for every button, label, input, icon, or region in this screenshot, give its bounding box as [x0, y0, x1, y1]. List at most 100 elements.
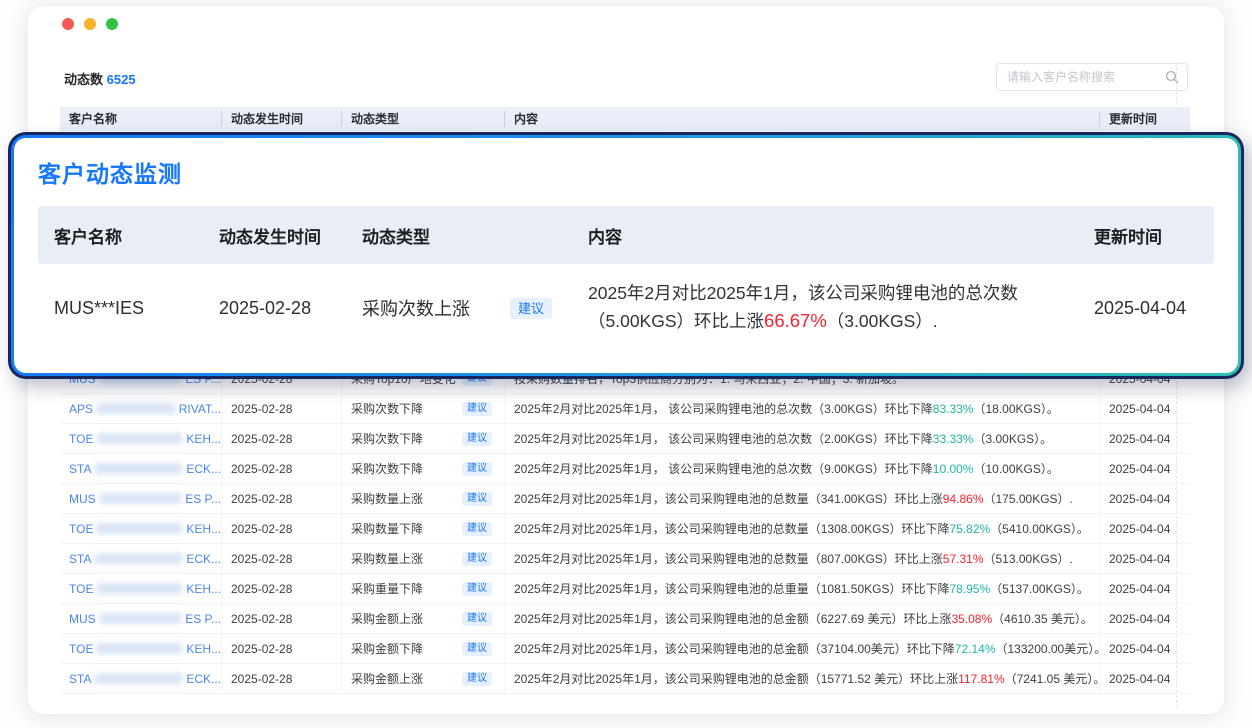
table-row[interactable]: STAECK...2025-02-28采购数量上涨建议2025年2月对比2025…: [60, 544, 1190, 574]
customer-name-cell[interactable]: STAECK...: [60, 664, 222, 693]
dynamic-type-cell: 采购金额下降 建议: [342, 634, 505, 663]
occur-time-cell: 2025-02-28: [222, 544, 342, 573]
spotlight-header-occur-time: 动态发生时间: [219, 223, 362, 248]
dynamic-type-cell: 采购数量下降 建议: [342, 514, 505, 543]
window-controls: [62, 18, 118, 30]
spotlight-title: 客户动态监测: [38, 155, 1214, 189]
table-row[interactable]: STAECK...2025-02-28采购次数下降建议2025年2月对比2025…: [60, 454, 1190, 484]
customer-name-cell[interactable]: STAECK...: [60, 454, 222, 483]
spotlight-header-row: 客户名称 动态发生时间 动态类型 内容 更新时间: [38, 206, 1214, 264]
content-cell: 2025年2月对比2025年1月，该公司采购锂电池的总金额（6227.69 美元…: [505, 604, 1100, 633]
content-text: （5137.00KGS）。: [990, 580, 1089, 597]
table-row[interactable]: TOEKEH...2025-02-28 采购金额下降 建议 2025年2月对比2025…: [60, 634, 1190, 664]
table-row[interactable]: TOEKEH...2025-02-28采购数量下降建议2025年2月对比2025…: [60, 514, 1190, 544]
occur-time-cell: 2025-02-28: [222, 574, 342, 603]
spotlight-update-time: 2025-04-04: [1094, 298, 1214, 319]
content-text: （4610.35 美元）。: [992, 610, 1093, 627]
suggestion-badge: 建议: [462, 522, 492, 536]
privacy-blur: [100, 613, 182, 624]
spotlight-occur-time: 2025-02-28: [219, 298, 362, 319]
table-row[interactable]: MUSES P...2025-02-28采购金额上涨建议2025年2月对比202…: [60, 604, 1190, 634]
content-text: 2025年2月对比2025年1月，该公司采购锂电池的总金额（6227.69 美元…: [514, 610, 951, 627]
privacy-blur: [95, 463, 182, 474]
occur-time-cell: 2025-02-28: [222, 634, 342, 663]
customer-name-cell[interactable]: MUSES P...: [60, 604, 222, 633]
table-row[interactable]: TOEKEH...2025-02-28采购重量下降建议2025年2月对比2025…: [60, 574, 1190, 604]
spotlight-header-dynamic-type: 动态类型: [362, 223, 588, 248]
content-cell: 2025年2月对比2025年1月， 该公司采购锂电池的总次数（3.00KGS）环…: [505, 394, 1100, 423]
content-cell: 2025年2月对比2025年1月，该公司采购锂电池的总金额（37104.00美元…: [505, 634, 1100, 663]
table-row[interactable]: STAECK...2025-02-28采购金额上涨建议2025年2月对比2025…: [60, 664, 1190, 694]
header-occur-time: 动态发生时间: [222, 111, 342, 127]
spotlight-content: 2025年2月对比2025年1月，该公司采购锂电池的总次数（5.00KGS）环比…: [588, 280, 1020, 336]
maximize-window-icon[interactable]: [106, 18, 118, 30]
dynamic-type-label: 采购数量下降: [351, 520, 423, 537]
suggestion-badge: 建议: [462, 642, 492, 656]
update-time-cell: 2025-04-04: [1100, 574, 1190, 603]
customer-name-cell[interactable]: TOEKEH...: [60, 634, 222, 663]
suggestion-badge: 建议: [462, 552, 492, 566]
table-row[interactable]: TOEKEH...2025-02-28采购次数下降建议2025年2月对比2025…: [60, 424, 1190, 454]
search-input[interactable]: [1007, 70, 1165, 84]
customer-name-tail: KEH...: [186, 642, 221, 656]
customer-name-cell[interactable]: TOEKEH...: [60, 514, 222, 543]
percent-highlight: 94.86%: [943, 492, 984, 506]
percent-highlight: 75.82%: [949, 522, 990, 536]
table-row[interactable]: APSRIVAT...2025-02-28采购次数下降建议2025年2月对比20…: [60, 394, 1190, 424]
dynamic-type-label: 采购数量上涨: [351, 490, 423, 507]
customer-name-tail: ECK...: [186, 552, 221, 566]
spotlight-header-customer-name: 客户名称: [54, 223, 219, 248]
suggestion-badge: 建议: [462, 612, 492, 626]
content-text: （3.00KGS）。: [973, 430, 1052, 447]
table-row[interactable]: MUSES P...2025-02-28采购数量上涨建议2025年2月对比202…: [60, 484, 1190, 514]
dynamic-type-cell: 采购次数下降建议: [342, 394, 505, 423]
dynamics-count: 动态数 6525: [64, 69, 136, 88]
privacy-blur: [97, 433, 182, 444]
customer-name-cell[interactable]: APSRIVAT...: [60, 394, 222, 423]
customer-name-cell[interactable]: TOEKEH...: [60, 424, 222, 453]
dynamic-type-cell: 采购重量下降建议: [342, 574, 505, 603]
dynamics-count-value: 6525: [107, 72, 136, 87]
privacy-blur: [95, 553, 182, 564]
close-window-icon[interactable]: [62, 18, 74, 30]
minimize-window-icon[interactable]: [84, 18, 96, 30]
update-time-cell: 2025-04-04: [1100, 424, 1190, 453]
customer-name-prefix: STA: [69, 552, 91, 566]
spotlight-gradient-border: 客户动态监测 客户名称 动态发生时间 动态类型 内容 更新时间 MUS***IE…: [11, 135, 1241, 376]
content-text: 2025年2月对比2025年1月，该公司采购锂电池的总数量（807.00KGS）…: [514, 550, 943, 567]
content-cell: 2025年2月对比2025年1月， 该公司采购锂电池的总次数（2.00KGS）环…: [505, 424, 1100, 453]
occur-time-cell: 2025-02-28: [222, 484, 342, 513]
privacy-blur: [97, 583, 182, 594]
customer-name-prefix: STA: [69, 672, 91, 686]
content-text: （513.00KGS）.: [984, 550, 1073, 567]
occur-time-cell: 2025-02-28: [222, 424, 342, 453]
suggestion-badge: 建议: [462, 432, 492, 446]
percent-highlight: 83.33%: [933, 402, 974, 416]
percent-highlight: 35.08%: [951, 612, 992, 626]
update-time-cell: 2025-04-04: [1100, 454, 1190, 483]
customer-name-cell[interactable]: STA ECK...: [60, 544, 222, 573]
customer-name-tail: KEH...: [186, 432, 221, 446]
customer-name-tail: RIVAT...: [179, 402, 221, 416]
dynamic-type-cell: 采购数量上涨建议: [342, 484, 505, 513]
dynamic-type-label: 采购金额下降: [351, 640, 423, 657]
percent-highlight: 57.31%: [943, 552, 984, 566]
dynamic-type-cell: 采购次数下降建议: [342, 424, 505, 453]
suggestion-badge: 建议: [462, 582, 492, 596]
content-text: （5410.00KGS）。: [990, 520, 1089, 537]
customer-name-cell[interactable]: TOEKEH...: [60, 574, 222, 603]
spotlight-header-content: 内容: [588, 223, 1094, 248]
privacy-blur: [97, 403, 175, 414]
content-text: （175.00KGS）.: [984, 490, 1073, 507]
dynamic-type-label: 采购金额上涨: [351, 670, 423, 687]
spotlight-data-row[interactable]: MUS***IES 2025-02-28 采购次数上涨 建议 2025年2月对比…: [38, 264, 1214, 352]
occur-time-cell: 2025-02-28: [222, 454, 342, 483]
customer-search-box[interactable]: [996, 63, 1188, 91]
customer-name-tail: ECK...: [186, 462, 221, 476]
content-cell: 2025年2月对比2025年1月，该公司采购锂电池的总数量（807.00KGS）…: [505, 544, 1100, 573]
customer-name-cell[interactable]: MUSES P...: [60, 484, 222, 513]
dynamics-count-label: 动态数: [64, 72, 103, 87]
content-text: 2025年2月对比2025年1月，该公司采购锂电池的总金额（37104.00美元…: [514, 640, 955, 657]
percent-highlight: 72.14%: [955, 642, 996, 656]
content-cell: 2025年2月对比2025年1月，该公司采购锂电池的总数量（1308.00KGS…: [505, 514, 1100, 543]
